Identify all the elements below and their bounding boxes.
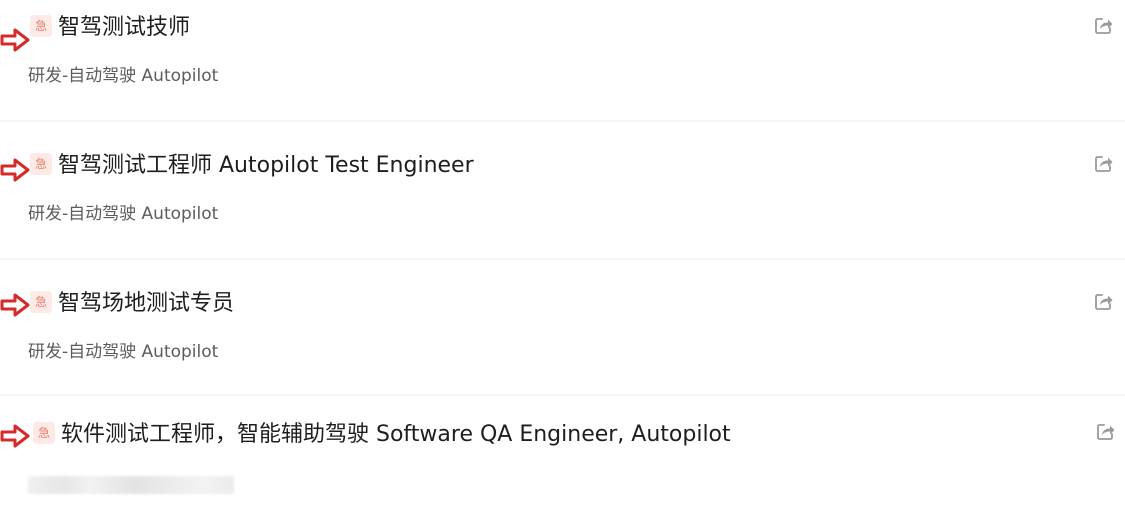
- job-title[interactable]: 软件测试工程师，智能辅助驾驶 Software QA Engineer, Aut…: [61, 421, 731, 449]
- job-department: 研发-自动驾驶 Autopilot: [28, 204, 219, 224]
- job-list: 急 智驾测试技师 研发-自动驾驶 Autopilot 急 智驾测试工程师 Aut…: [0, 0, 1125, 512]
- job-title[interactable]: 智驾测试工程师 Autopilot Test Engineer: [58, 152, 474, 180]
- job-card[interactable]: 急 智驾测试工程师 Autopilot Test Engineer 研发-自动驾…: [0, 122, 1125, 258]
- job-card[interactable]: 急 智驾测试技师 研发-自动驾驶 Autopilot: [0, 0, 1125, 120]
- urgent-badge: 急: [30, 291, 52, 313]
- job-card[interactable]: 急 智驾场地测试专员 研发-自动驾驶 Autopilot: [0, 260, 1125, 394]
- urgent-badge: 急: [33, 422, 55, 444]
- urgent-badge: 急: [30, 153, 52, 175]
- job-title[interactable]: 智驾场地测试专员: [58, 290, 234, 318]
- blurred-department-placeholder: [28, 476, 234, 494]
- share-icon[interactable]: [1094, 292, 1114, 312]
- share-icon[interactable]: [1094, 154, 1114, 174]
- job-department: 研发-自动驾驶 Autopilot: [28, 66, 219, 86]
- job-title[interactable]: 智驾测试技师: [58, 14, 190, 42]
- job-department: 研发-自动驾驶 Autopilot: [28, 342, 219, 362]
- red-arrow-icon: [0, 28, 30, 52]
- share-icon[interactable]: [1096, 422, 1116, 442]
- red-arrow-icon: [0, 424, 30, 448]
- red-arrow-icon: [0, 158, 30, 182]
- red-arrow-icon: [0, 293, 30, 317]
- job-card[interactable]: 急 软件测试工程师，智能辅助驾驶 Software QA Engineer, A…: [0, 396, 1125, 512]
- urgent-badge: 急: [30, 15, 52, 37]
- share-icon[interactable]: [1094, 16, 1114, 36]
